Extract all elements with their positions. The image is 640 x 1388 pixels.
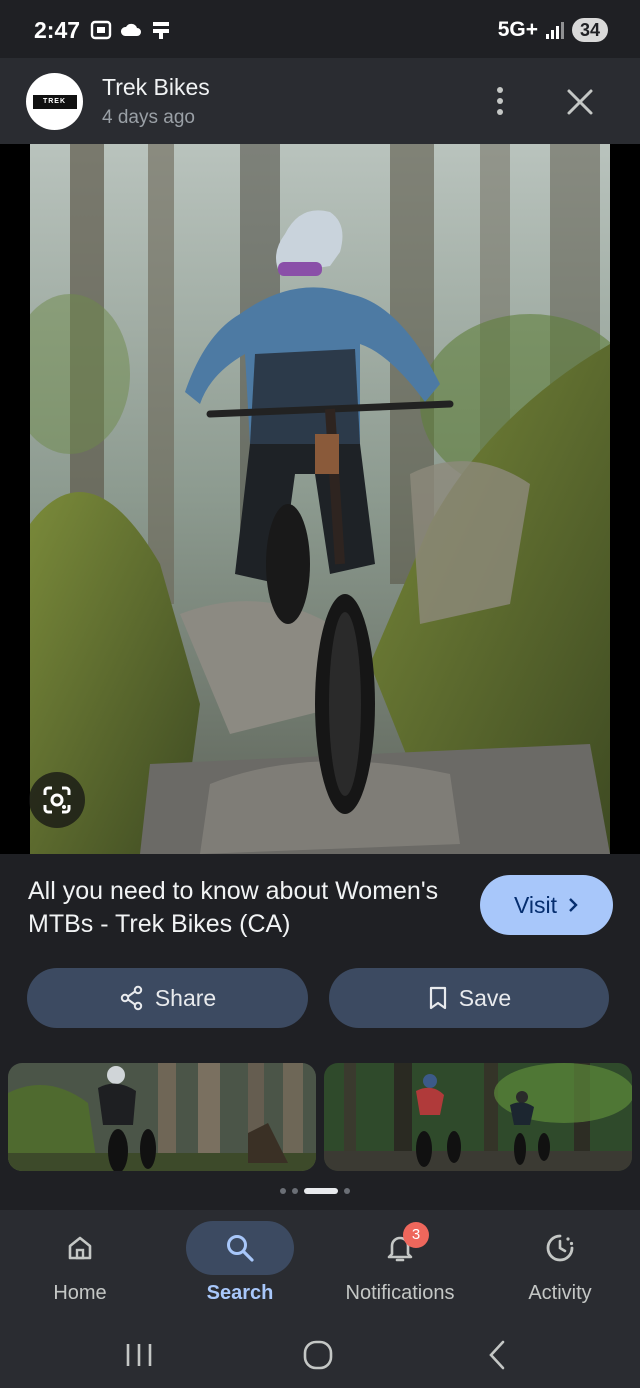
home-icon [68,1236,92,1260]
carousel-indicator [280,1188,350,1194]
screenshot-icon [90,20,112,40]
save-label: Save [458,984,512,1011]
related-image-2[interactable] [324,1063,632,1171]
system-navigation [0,1320,640,1388]
close-icon[interactable] [563,85,597,119]
cloud-icon [120,23,141,36]
network-type: 5G+ [497,18,538,41]
chevron-right-icon [569,898,578,912]
lens-icon [43,786,71,814]
notification-badge: 3 [403,1222,429,1248]
share-button[interactable]: Share [27,968,308,1028]
related-image-1[interactable] [8,1063,316,1171]
source-age: 4 days ago [102,107,195,128]
visit-button[interactable]: Visit [480,875,613,935]
nav-notifications-icon-wrap [346,1221,454,1275]
share-label: Share [154,984,217,1011]
status-icons [90,20,172,40]
battery-level: 34 [571,18,608,42]
notification-icon [153,22,169,39]
source-avatar[interactable]: TREK [26,73,83,130]
image-viewer [0,144,640,854]
visit-label: Visit [513,891,558,918]
nav-activity-label: Activity [528,1282,592,1304]
related-photo [324,1063,632,1171]
more-options-icon[interactable] [488,84,512,118]
activity-icon [546,1234,574,1262]
nav-home-label: Home [53,1282,107,1304]
result-image[interactable] [30,144,610,854]
nav-search-label: Search [206,1282,274,1304]
carousel-dot [292,1188,298,1194]
carousel-dot-active [304,1188,338,1194]
status-bar: 2:47 5G+ 34 [0,0,640,58]
status-time: 2:47 [34,17,81,43]
nav-search[interactable]: Search [160,1210,320,1320]
related-photo [8,1063,316,1171]
nav-home[interactable]: Home [0,1210,160,1320]
source-logo: TREK [32,94,77,109]
search-icon [227,1235,254,1262]
carousel-dot [280,1188,286,1194]
save-button[interactable]: Save [329,968,609,1028]
nav-search-icon-wrap [186,1221,294,1275]
nav-home-icon-wrap [26,1221,134,1275]
share-icon [120,985,143,1011]
lens-search-button[interactable] [29,772,85,828]
status-right: 5G+ 34 [498,18,608,42]
result-title[interactable]: All you need to know about Women's MTBs … [28,875,448,941]
nav-activity[interactable]: Activity [480,1210,640,1320]
signal-icon [545,22,564,39]
nav-notifications[interactable]: Notifications [320,1210,480,1320]
home-button-icon[interactable] [293,1330,343,1380]
bottom-navigation: Home Search Notifications Activity [0,1210,640,1320]
source-name[interactable]: Trek Bikes [102,74,210,101]
back-icon[interactable] [473,1330,523,1380]
bookmark-icon [429,986,446,1010]
nav-activity-icon-wrap [506,1221,614,1275]
mountain-bike-photo [30,144,610,854]
recents-icon[interactable] [114,1330,164,1380]
nav-notifications-label: Notifications [345,1282,455,1304]
carousel-dot [344,1188,350,1194]
result-header: TREK Trek Bikes 4 days ago [0,58,640,144]
